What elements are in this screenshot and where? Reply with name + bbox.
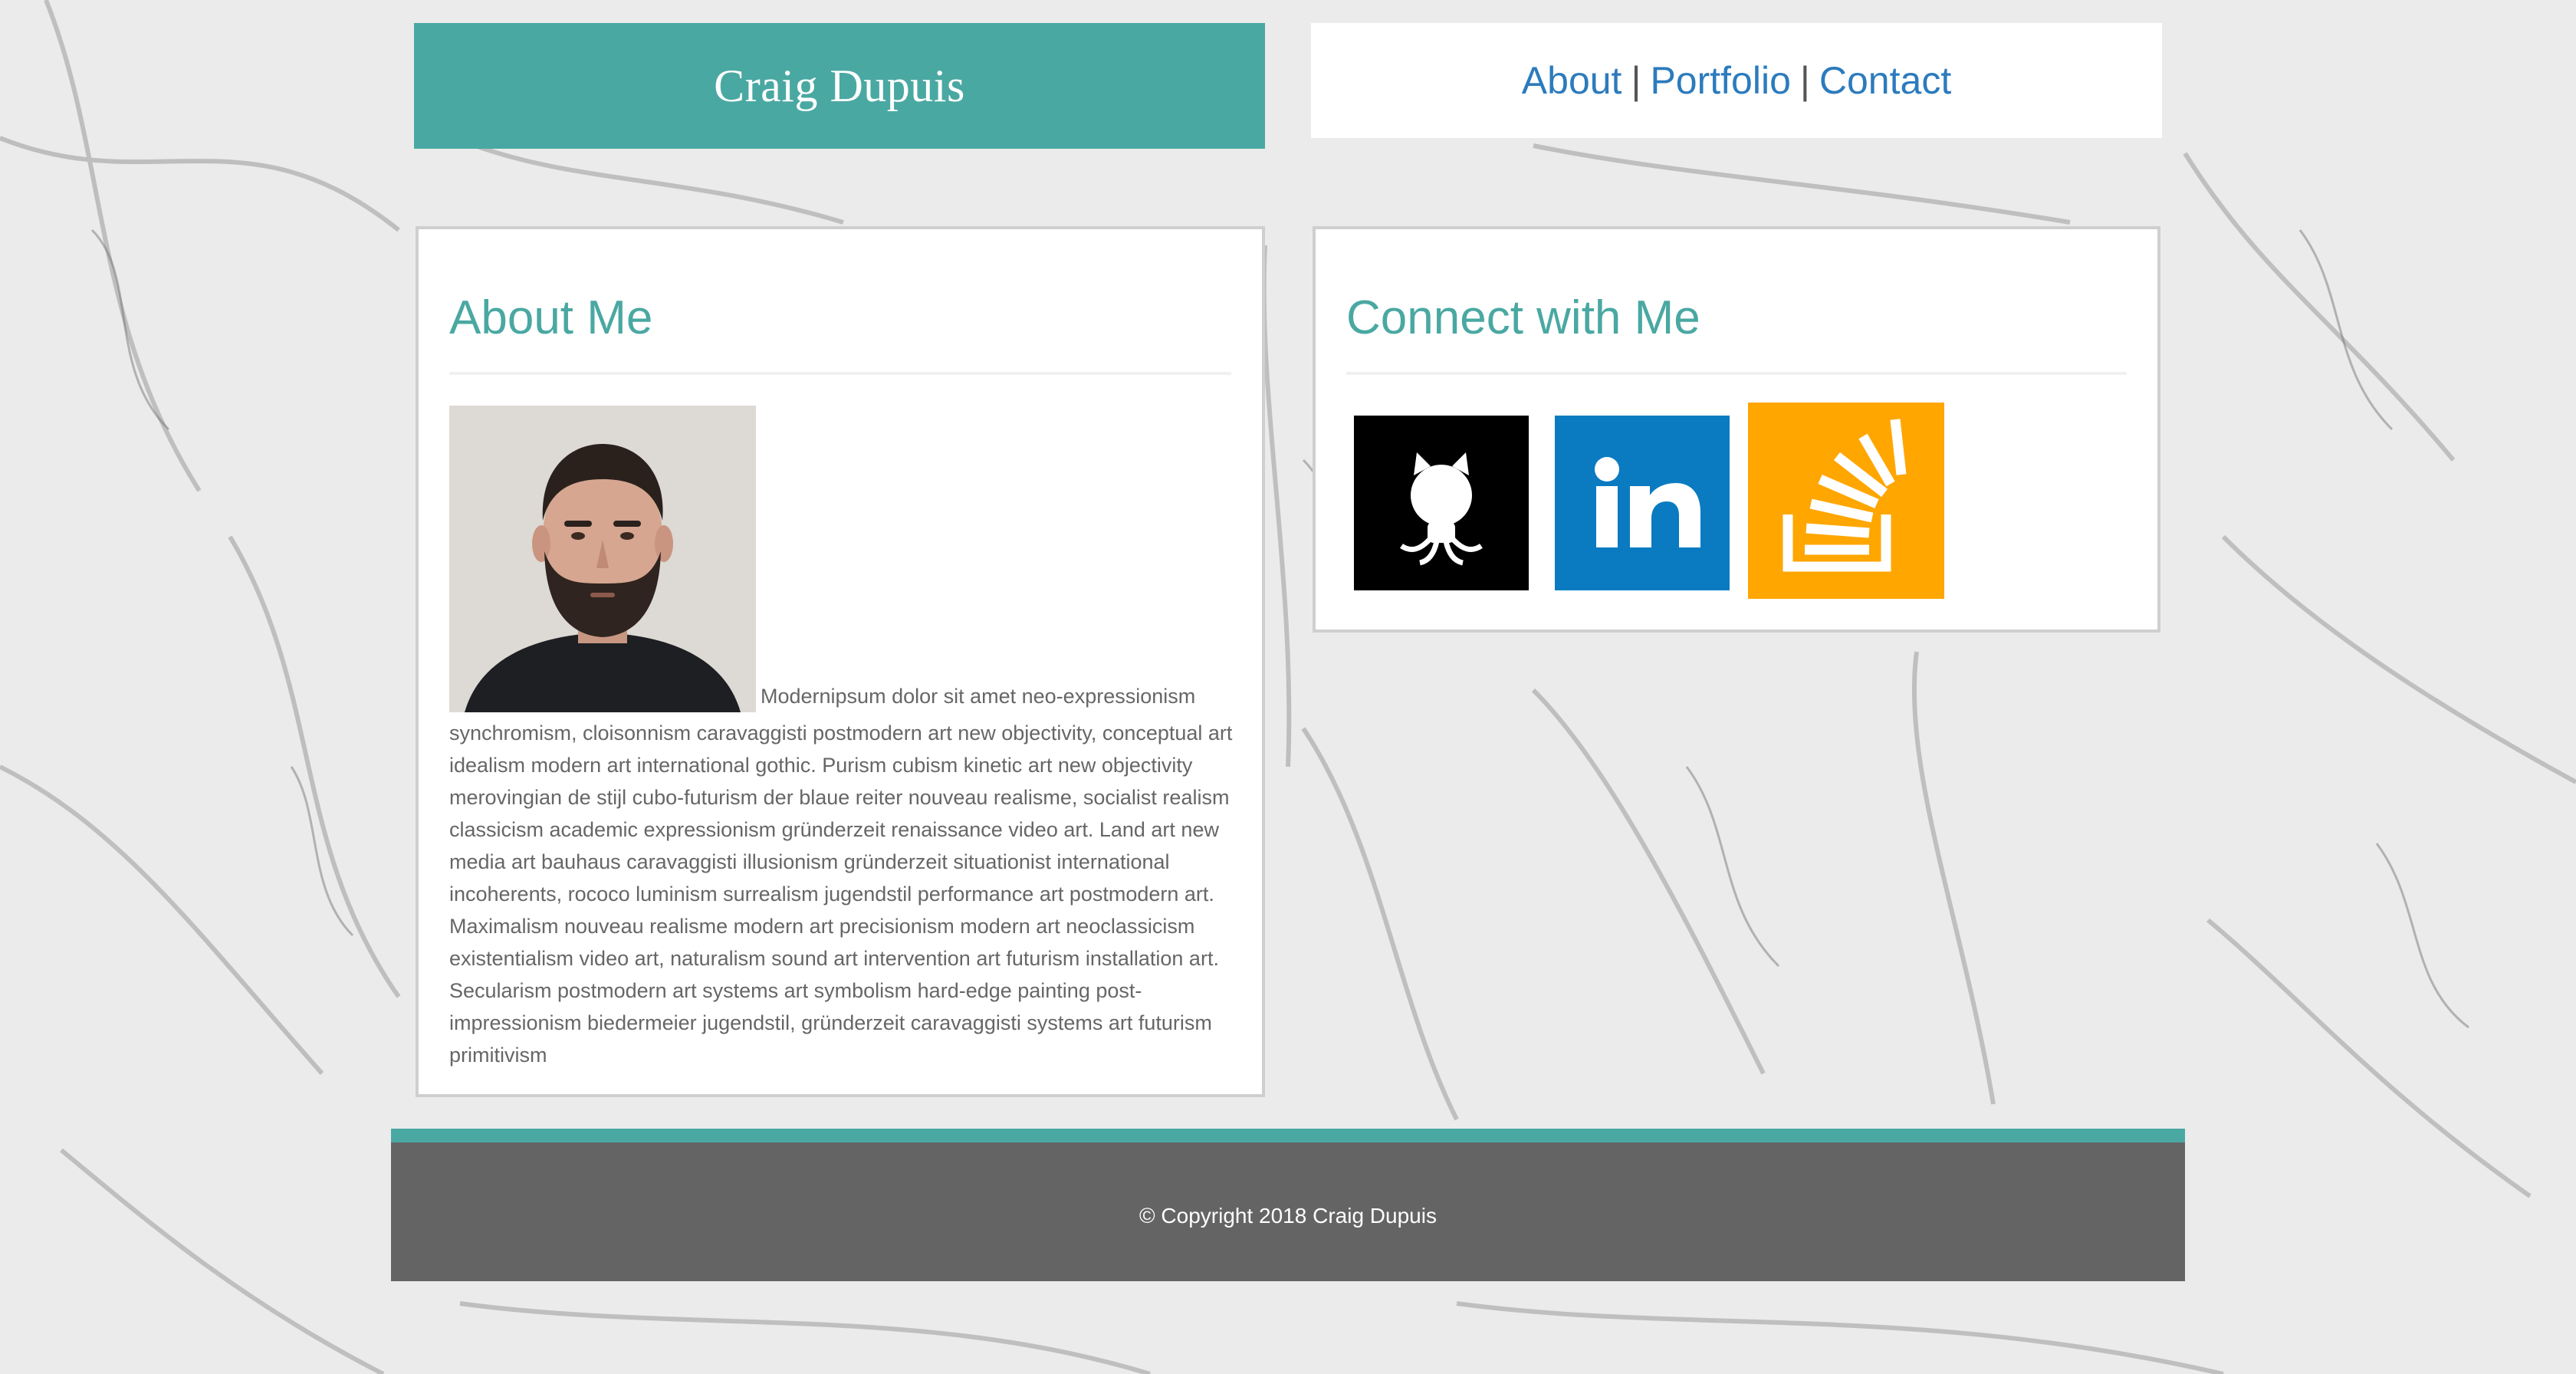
about-divider [449,372,1231,375]
main-nav: About | Portfolio | Contact [1311,23,2162,138]
nav-link-portfolio[interactable]: Portfolio [1650,58,1790,103]
about-lead-text: Modernipsum dolor sit amet neo-expressio… [761,685,1196,708]
linkedin-icon[interactable] [1555,416,1730,590]
github-icon[interactable] [1354,416,1529,590]
nav-separator: | [1799,59,1810,102]
site-title: Craig Dupuis [714,60,965,111]
site-title-banner: Craig Dupuis [414,23,1265,149]
stackoverflow-icon[interactable] [1748,403,1944,599]
connect-heading: Connect with Me [1346,291,1700,344]
site-footer: © Copyright 2018 Craig Dupuis [391,1129,2185,1281]
nav-separator: | [1631,59,1641,102]
about-body-text: synchromism, cloisonnism caravaggisti po… [449,722,1233,1067]
about-content: Modernipsum dolor sit amet neo-expressio… [449,406,1233,1071]
about-heading: About Me [449,291,653,344]
copyright-text: © Copyright 2018 Craig Dupuis [1139,1203,1437,1228]
about-card: About Me Modernipsum dolor sit amet neo-… [416,226,1265,1097]
connect-divider [1346,372,2127,375]
nav-link-about[interactable]: About [1522,58,1622,103]
nav-link-contact[interactable]: Contact [1819,58,1951,103]
profile-photo [449,406,756,712]
